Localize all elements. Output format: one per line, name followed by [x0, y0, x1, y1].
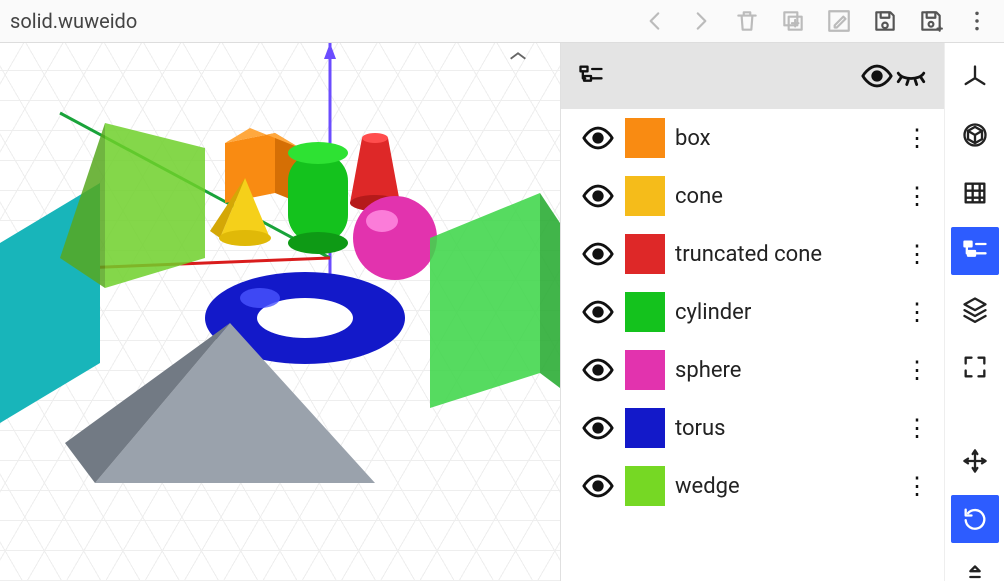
layers-stack-button[interactable]: [951, 285, 999, 333]
delete-button[interactable]: [726, 0, 768, 42]
layer-visibility-toggle[interactable]: [581, 353, 615, 387]
layer-more-button[interactable]: [904, 124, 932, 152]
main-area: box cone truncated cone cylinder sphere torus…: [0, 43, 1004, 581]
grid-button[interactable]: [951, 169, 999, 217]
forward-button[interactable]: [680, 0, 722, 42]
layer-color-swatch: [625, 176, 665, 216]
layer-row[interactable]: torus: [561, 399, 944, 457]
layer-color-swatch: [625, 234, 665, 274]
layer-row[interactable]: truncated cone: [561, 225, 944, 283]
reset-view-button[interactable]: [951, 495, 999, 543]
menu-button[interactable]: [956, 0, 998, 42]
layer-name-label: wedge: [675, 474, 894, 499]
layer-visibility-toggle[interactable]: [581, 179, 615, 213]
layer-visibility-toggle[interactable]: [581, 295, 615, 329]
collapse-panel-button[interactable]: [504, 47, 532, 65]
layer-more-button[interactable]: [904, 298, 932, 326]
layer-row[interactable]: cone: [561, 167, 944, 225]
layers-panel: box cone truncated cone cylinder sphere torus…: [560, 43, 944, 581]
layer-color-swatch: [625, 408, 665, 448]
layer-name-label: cone: [675, 184, 894, 209]
layer-row[interactable]: cylinder: [561, 283, 944, 341]
layer-row[interactable]: wedge: [561, 457, 944, 515]
layer-more-button[interactable]: [904, 356, 932, 384]
save-button[interactable]: [864, 0, 906, 42]
fullscreen-button[interactable]: [951, 343, 999, 391]
side-toolbar: [944, 43, 1004, 581]
duplicate-button[interactable]: [772, 0, 814, 42]
layer-row[interactable]: box: [561, 109, 944, 167]
layer-visibility-toggle[interactable]: [581, 237, 615, 271]
layer-color-swatch: [625, 292, 665, 332]
top-toolbar: solid.wuweido: [0, 0, 1004, 43]
layer-color-swatch: [625, 118, 665, 158]
layer-more-button[interactable]: [904, 182, 932, 210]
axes-tool-button[interactable]: [951, 53, 999, 101]
layer-more-button[interactable]: [904, 240, 932, 268]
layer-name-label: box: [675, 126, 894, 151]
layer-name-label: truncated cone: [675, 242, 894, 267]
layer-more-button[interactable]: [904, 472, 932, 500]
layer-visibility-toggle[interactable]: [581, 121, 615, 155]
layer-name-label: sphere: [675, 358, 894, 383]
outline-tool-button[interactable]: [951, 227, 999, 275]
layer-color-swatch: [625, 466, 665, 506]
layers-list: box cone truncated cone cylinder sphere torus…: [561, 109, 944, 581]
layer-visibility-toggle[interactable]: [581, 411, 615, 445]
hide-all-button[interactable]: [894, 59, 928, 93]
layer-name-label: torus: [675, 416, 894, 441]
edit-button[interactable]: [818, 0, 860, 42]
layer-visibility-toggle[interactable]: [581, 469, 615, 503]
show-all-button[interactable]: [860, 59, 894, 93]
layers-panel-header: [561, 43, 944, 109]
save-as-button[interactable]: [910, 0, 952, 42]
move-tool-button[interactable]: [951, 437, 999, 485]
expand-vertical-button[interactable]: [951, 553, 999, 581]
layer-color-swatch: [625, 350, 665, 390]
layer-row[interactable]: sphere: [561, 341, 944, 399]
layer-more-button[interactable]: [904, 414, 932, 442]
outline-icon: [577, 62, 605, 90]
document-title: solid.wuweido: [6, 9, 137, 33]
layer-name-label: cylinder: [675, 300, 894, 325]
view-cube-button[interactable]: [951, 111, 999, 159]
back-button[interactable]: [634, 0, 676, 42]
viewport-3d[interactable]: [0, 43, 560, 581]
